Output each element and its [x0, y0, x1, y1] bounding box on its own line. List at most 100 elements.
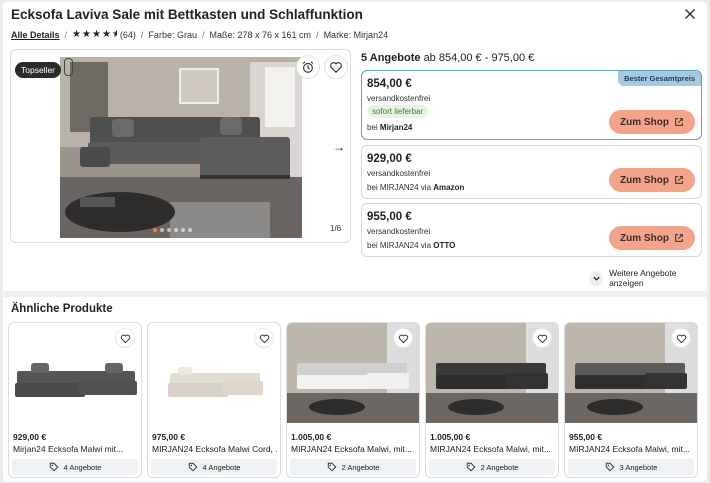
to-shop-label: Zum Shop: [620, 232, 669, 244]
similar-product-name[interactable]: MIRJAN24 Ecksofa Malwi, mit...: [430, 444, 556, 454]
offer-card[interactable]: 929,00 € versandkostenfrei bei MIRJAN24 …: [361, 145, 702, 199]
product-modal: Ecksofa Laviva Sale mit Bettkasten und S…: [3, 2, 707, 481]
more-offers-button[interactable]: Weitere Angebote anzeigen: [589, 268, 707, 288]
favorite-button[interactable]: [671, 328, 691, 348]
offer-seller: bei MIRJAN24 via OTTO: [367, 241, 455, 250]
offer-card[interactable]: Bester Gesamtpreis 854,00 € versandkoste…: [361, 70, 702, 140]
offer-shipping: versandkostenfrei: [367, 94, 431, 103]
offers-count-label: 3 Angebote: [619, 462, 658, 472]
close-icon[interactable]: [681, 5, 699, 23]
similar-product-name[interactable]: MIRJAN24 Ecksofa Malwi Cord, ...: [152, 444, 278, 454]
tag-icon: [188, 462, 197, 472]
favorite-button[interactable]: [115, 328, 135, 348]
favorite-button[interactable]: [324, 55, 348, 79]
gallery-dot[interactable]: [160, 228, 164, 232]
seller-name: Amazon: [433, 183, 465, 192]
offers-heading: 5 Angebote ab 854,00 € - 975,00 €: [361, 52, 534, 64]
thumbnail-icon[interactable]: [64, 58, 73, 76]
product-photo[interactable]: [60, 57, 302, 238]
color-info: Farbe: Grau: [148, 29, 197, 40]
separator: /: [64, 29, 68, 40]
price-alarm-button[interactable]: [296, 55, 320, 79]
heart-icon: [537, 334, 547, 343]
more-offers-label: Weitere Angebote anzeigen: [609, 268, 677, 288]
all-details-link[interactable]: Alle Details: [11, 30, 60, 40]
chevron-down-icon: [589, 270, 604, 286]
similar-product-price: 955,00 €: [569, 432, 603, 442]
similar-product-card[interactable]: 1.005,00 € MIRJAN24 Ecksofa Malwi, mit...…: [425, 322, 559, 478]
to-shop-button[interactable]: Zum Shop: [609, 168, 695, 192]
seller-name: Mirjan24: [379, 123, 413, 132]
product-meta: Alle Details / ★★★★★​ (64) / Farbe: Grau…: [11, 29, 388, 40]
offers-range: ab 854,00 € - 975,00 €: [423, 52, 535, 64]
offers-count-button[interactable]: 4 Angebote: [12, 459, 138, 475]
offers-count-label: 2 Angebote: [480, 462, 519, 472]
similar-product-card[interactable]: 1.005,00 € MIRJAN24 Ecksofa Malwi, mit...…: [286, 322, 420, 478]
alarm-clock-icon: [302, 61, 314, 73]
best-price-badge: Bester Gesamtpreis: [618, 71, 701, 86]
to-shop-button[interactable]: Zum Shop: [609, 226, 695, 250]
gallery-dot[interactable]: [153, 228, 157, 232]
seller-prefix: bei MIRJAN24 via: [367, 241, 434, 250]
similar-product-name[interactable]: MIRJAN24 Ecksofa Malwi, mit...: [569, 444, 695, 454]
similar-product-price: 929,00 €: [13, 432, 47, 442]
heart-icon: [120, 334, 130, 343]
offers-count-button[interactable]: 4 Angebote: [151, 459, 277, 475]
similar-product-price: 975,00 €: [152, 432, 186, 442]
offer-price: 955,00 €: [367, 211, 412, 223]
offers-count-button[interactable]: 2 Angebote: [429, 459, 555, 475]
gallery-dot[interactable]: [174, 228, 178, 232]
gallery-dot[interactable]: [188, 228, 192, 232]
similar-product-name[interactable]: MIRJAN24 Ecksofa Malwi, mit...: [291, 444, 417, 454]
offer-shipping: versandkostenfrei: [367, 227, 431, 236]
offer-seller: bei Mirjan24: [367, 123, 412, 132]
section-divider: [3, 291, 707, 297]
favorite-button[interactable]: [254, 328, 274, 348]
product-title: Ecksofa Laviva Sale mit Bettkasten und S…: [11, 7, 363, 22]
similar-product-price: 1.005,00 €: [291, 432, 332, 442]
topseller-badge: Topseller: [15, 62, 62, 78]
separator: /: [140, 29, 144, 40]
tag-icon: [49, 462, 58, 472]
offers-count-button[interactable]: 2 Angebote: [290, 459, 416, 475]
external-link-icon: [675, 234, 683, 242]
tag-icon: [466, 462, 475, 472]
offer-shipping: versandkostenfrei: [367, 169, 431, 178]
external-link-icon: [675, 176, 683, 184]
offer-price: 854,00 €: [367, 78, 412, 90]
image-gallery: Topseller → 1/6: [10, 49, 351, 243]
offer-card[interactable]: 955,00 € versandkostenfrei bei MIRJAN24 …: [361, 203, 702, 257]
heart-icon: [398, 334, 408, 343]
gallery-dot[interactable]: [181, 228, 185, 232]
to-shop-label: Zum Shop: [620, 116, 669, 128]
separator: /: [316, 29, 319, 40]
heart-icon: [676, 334, 686, 343]
heart-icon: [259, 334, 269, 343]
offers-count-label: 2 Angebote: [341, 462, 380, 472]
next-image-arrow-icon[interactable]: →: [333, 140, 345, 154]
offer-price: 929,00 €: [367, 153, 412, 165]
gallery-dot[interactable]: [167, 228, 171, 232]
offers-count-button[interactable]: 3 Angebote: [568, 459, 694, 475]
dimensions-info: Maße: 278 x 76 x 161 cm: [209, 29, 312, 40]
favorite-button[interactable]: [532, 328, 552, 348]
similar-product-card[interactable]: 929,00 € Mirjan24 Ecksofa Malwi mit... 4 A…: [8, 322, 142, 478]
similar-product-card[interactable]: 975,00 € MIRJAN24 Ecksofa Malwi Cord, ...…: [147, 322, 281, 478]
external-link-icon: [675, 118, 683, 126]
offers-count-label: 4 Angebote: [63, 462, 102, 472]
gallery-dots: [153, 228, 192, 232]
image-counter: 1/6: [330, 224, 342, 233]
favorite-button[interactable]: [393, 328, 413, 348]
rating-stars: ★★★★★​: [72, 29, 117, 40]
offers-count-label: 4 Angebote: [202, 462, 241, 472]
to-shop-button[interactable]: Zum Shop: [609, 110, 695, 134]
offer-seller: bei MIRJAN24 via Amazon: [367, 183, 464, 192]
similar-product-card[interactable]: 955,00 € MIRJAN24 Ecksofa Malwi, mit... 3 …: [564, 322, 698, 478]
rating-count: (64): [119, 29, 136, 40]
tag-icon: [605, 462, 614, 472]
to-shop-label: Zum Shop: [620, 174, 669, 186]
similar-product-name[interactable]: Mirjan24 Ecksofa Malwi mit...: [13, 444, 139, 454]
separator: /: [201, 29, 205, 40]
seller-prefix: bei MIRJAN24 via: [367, 183, 434, 192]
heart-icon: [330, 62, 342, 73]
